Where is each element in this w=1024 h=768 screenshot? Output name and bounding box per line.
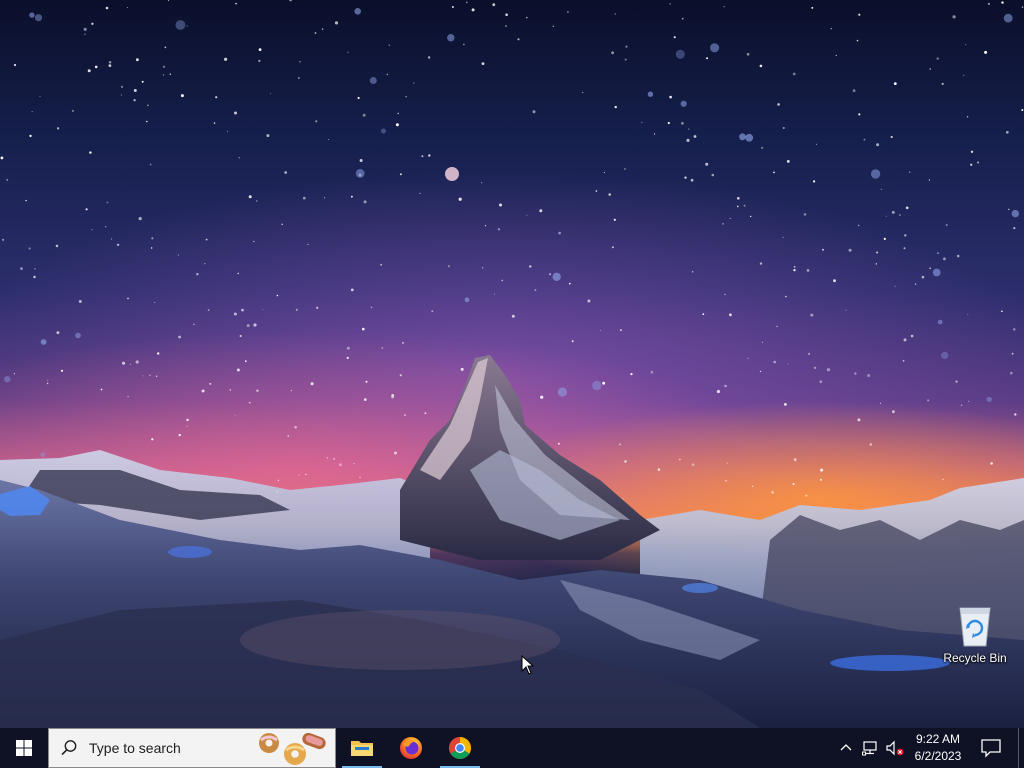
firefox-icon (400, 737, 422, 759)
windows-logo-icon (16, 740, 32, 756)
mouse-pointer-icon (521, 655, 535, 675)
clock-date: 6/2/2023 (914, 749, 962, 763)
recycle-bin-icon (959, 607, 991, 647)
taskbar-clock[interactable]: 9:22 AM 6/2/2023 (908, 731, 968, 765)
network-icon[interactable] (862, 740, 880, 756)
chrome-icon (449, 737, 471, 759)
recycle-bin-shortcut[interactable]: Recycle Bin (938, 600, 1012, 672)
search-highlight-donuts-icon[interactable] (255, 728, 331, 768)
chevron-up-icon[interactable] (838, 740, 854, 756)
taskbar-search-box[interactable]: Type to search (48, 728, 336, 768)
taskbar: Type to search 9:22 AM 6/2/2023 (0, 728, 1024, 768)
clock-time: 9:22 AM (915, 732, 961, 746)
show-desktop-button[interactable] (1018, 728, 1024, 768)
file-explorer-icon (351, 741, 373, 756)
start-button[interactable] (0, 728, 48, 768)
recycle-bin-label: Recycle Bin (943, 651, 1007, 665)
volume-muted-icon[interactable] (886, 740, 904, 756)
notification-icon[interactable] (980, 738, 1002, 758)
search-placeholder: Type to search (89, 740, 181, 756)
taskbar-firefox[interactable] (387, 728, 435, 768)
search-icon (61, 740, 77, 756)
taskbar-chrome[interactable] (436, 728, 484, 768)
desktop[interactable]: Recycle Bin (0, 0, 1024, 728)
wallpaper-mountains (0, 355, 1024, 728)
taskbar-file-explorer[interactable] (338, 728, 386, 768)
